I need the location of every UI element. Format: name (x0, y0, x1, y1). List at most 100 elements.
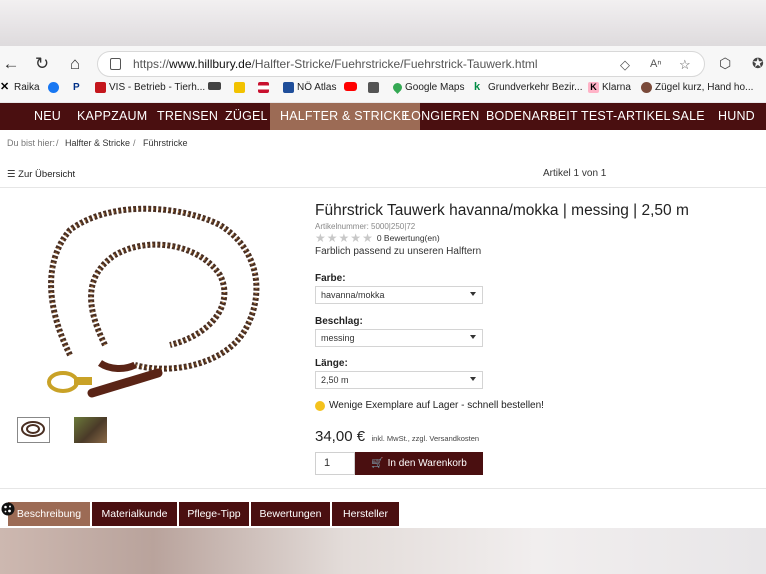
cart-icon: 🛒 (371, 458, 384, 469)
breadcrumb-separator: / (56, 138, 59, 148)
tax-note[interactable]: inkl. MwSt., zzgl. Versandkosten (372, 434, 480, 443)
stock-status: Wenige Exemplare auf Lager - schnell bes… (315, 400, 544, 411)
product-image[interactable] (30, 205, 270, 405)
google-maps-icon (391, 81, 404, 94)
product-title: Führstrick Tauwerk havanna/mokka | messi… (315, 202, 689, 219)
star-icon: ★ (350, 231, 362, 245)
menu-icon: ☰ (7, 169, 16, 180)
tab-materialkunde[interactable]: Materialkunde (92, 502, 177, 526)
address-bar[interactable]: https://www.hillbury.de/Halfter-Stricke/… (97, 51, 705, 77)
tab-beschreibung[interactable]: Beschreibung (8, 502, 90, 526)
article-number: Artikelnummer: 5000|250|72 (315, 222, 416, 231)
bookmark-vis[interactable]: VIS - Betrieb - Tierh... (95, 82, 205, 93)
article-count: Artikel 1 von 1 (543, 168, 607, 179)
qr-icon (368, 82, 379, 93)
extension-shield-icon[interactable]: ⬡ (719, 55, 731, 72)
grundverkehr-icon: k (474, 81, 481, 93)
tag-icon[interactable]: ◇ (620, 57, 630, 73)
star-icon: ★ (326, 231, 338, 245)
blurred-top-background (0, 0, 766, 46)
bookmark-qr[interactable] (368, 82, 379, 93)
star-icon: ★ (338, 231, 350, 245)
noe-atlas-icon (283, 82, 294, 93)
bookmark-icon-1 (208, 82, 221, 90)
bookmark-klarna[interactable]: K Klarna (588, 82, 631, 93)
bookmark-raika[interactable]: ✕ Raika (0, 81, 40, 94)
quantity-input[interactable]: 1 (315, 452, 355, 475)
cookie-settings-icon[interactable] (0, 500, 16, 518)
extensions-puzzle-icon[interactable]: ✪ (752, 55, 764, 72)
nav-item-halfter-stricke[interactable]: HALFTER & STRICKE (270, 103, 420, 130)
bookmark-zuegel[interactable]: Zügel kurz, Hand ho... (641, 82, 753, 93)
thumbnail-2[interactable] (74, 417, 107, 443)
home-icon[interactable]: ⌂ (64, 54, 86, 74)
nav-item-kappzaum[interactable]: KAPPZAUM (77, 103, 147, 130)
bookmark-paypal[interactable]: P (73, 82, 84, 93)
price: 34,00 € inkl. MwSt., zzgl. Versandkosten (315, 428, 479, 446)
blurred-bottom-background (0, 528, 766, 574)
favorite-star-icon[interactable]: ☆ (679, 57, 691, 73)
star-icon: ★ (315, 231, 326, 245)
nav-item-longieren[interactable]: LONGIEREN (404, 103, 479, 130)
lock-icon (110, 58, 121, 70)
back-to-overview-link[interactable]: ☰ Zur Übersicht (7, 169, 75, 180)
vis-icon (95, 82, 106, 93)
bookmark-noe-atlas[interactable]: NÖ Atlas (283, 82, 336, 93)
url-text: https://www.hillbury.de/Halfter-Stricke/… (133, 57, 538, 71)
cookie-icon (1, 502, 15, 516)
bookmark-facebook[interactable] (48, 82, 59, 93)
divider (0, 187, 766, 188)
tab-pflege-tipp[interactable]: Pflege-Tipp (179, 502, 249, 526)
reviews-count[interactable]: 0 Bewertung(en) (377, 233, 440, 243)
back-arrow-icon[interactable]: ← (0, 54, 22, 74)
nav-item-zuegel[interactable]: ZÜGEL (225, 103, 268, 130)
bookmark-grundverkehr[interactable]: k Grundverkehr Bezir... (474, 81, 582, 94)
reload-icon[interactable]: ↻ (31, 54, 53, 74)
facebook-icon (48, 82, 59, 93)
price-amount: 34,00 € (315, 428, 366, 445)
zuegel-icon (641, 82, 652, 93)
browser-toolbar: ← ↻ ⌂ https://www.hillbury.de/Halfter-St… (0, 46, 766, 102)
bookmarks-bar: ✕ Raika P VIS - Betrieb - Tierh... NÖ Atl… (0, 80, 766, 100)
breadcrumb-item-fuehrstricke[interactable]: Führstricke (143, 138, 188, 148)
bookmark-icon-2 (234, 82, 245, 93)
rope-thumbnail-image (21, 421, 45, 437)
fitting-select[interactable]: messing (315, 329, 483, 347)
read-aloud-icon[interactable]: Aⁿ (650, 58, 661, 70)
bookmark-youtube[interactable] (344, 82, 357, 91)
add-to-cart-button[interactable]: 🛒 In den Warenkorb (355, 452, 483, 475)
bookmark-2[interactable] (208, 82, 221, 90)
youtube-icon (344, 82, 357, 91)
chevron-down-icon (470, 292, 476, 296)
bookmark-google-maps[interactable]: Google Maps (391, 81, 464, 94)
paypal-icon: P (73, 82, 80, 93)
bookmark-4[interactable] (258, 82, 269, 93)
nav-item-neu[interactable]: NEU (34, 103, 61, 130)
austria-flag-icon (258, 82, 269, 93)
rating-stars[interactable]: ★ ★ ★ ★ ★ 0 Bewertung(en) (315, 232, 440, 244)
color-label: Farbe: (315, 273, 346, 284)
nav-item-hund[interactable]: HUND (718, 103, 755, 130)
fitting-label: Beschlag: (315, 316, 363, 327)
star-icon: ★ (362, 231, 373, 245)
breadcrumb-item-halfter[interactable]: Halfter & Stricke (65, 138, 130, 148)
color-select[interactable]: havanna/mokka (315, 286, 483, 304)
nav-item-trensen[interactable]: TRENSEN (157, 103, 218, 130)
main-navigation: NEU KAPPZAUM TRENSEN ZÜGEL HALFTER & STR… (0, 103, 766, 130)
raika-icon: ✕ (0, 81, 10, 93)
bookmark-3[interactable] (234, 82, 245, 93)
chevron-down-icon (470, 377, 476, 381)
nav-item-test-artikel[interactable]: TEST-ARTIKEL (581, 103, 671, 130)
product-page: Du bist hier: / Halfter & Stricke / Führ… (0, 130, 766, 528)
breadcrumb-prefix: Du bist hier: (7, 138, 56, 148)
product-description: Farblich passend zu unseren Halftern (315, 246, 482, 257)
chevron-down-icon (470, 335, 476, 339)
nav-item-sale[interactable]: SALE (672, 103, 705, 130)
klarna-icon: K (588, 82, 599, 93)
thumbnail-1[interactable] (17, 417, 50, 443)
nav-item-bodenarbeit[interactable]: BODENARBEIT (486, 103, 578, 130)
breadcrumb-separator: / (133, 138, 136, 148)
tab-bewertungen[interactable]: Bewertungen (251, 502, 330, 526)
tab-hersteller[interactable]: Hersteller (332, 502, 399, 526)
length-select[interactable]: 2,50 m (315, 371, 483, 389)
